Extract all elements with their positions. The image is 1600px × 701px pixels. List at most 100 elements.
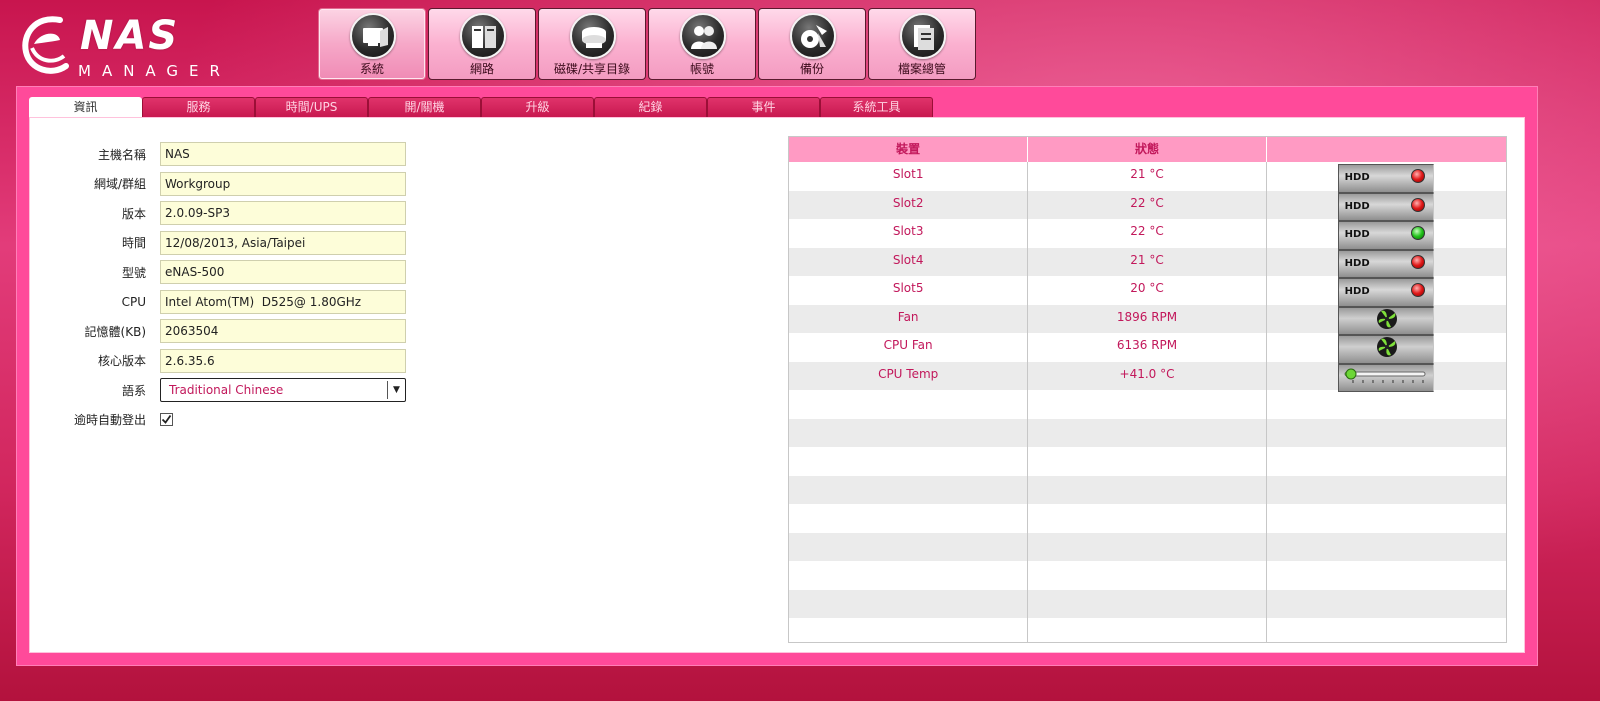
empty-cell — [1028, 418, 1267, 447]
language-selected-value: Traditional Chinese — [169, 383, 284, 397]
hdd-icon: HDD — [1337, 164, 1434, 193]
cpu-field[interactable]: Intel Atom(TM) D525@ 1.80GHz — [160, 289, 406, 314]
empty-cell — [789, 418, 1029, 447]
chevron-down-icon[interactable]: ▼ — [387, 381, 405, 399]
empty-cell — [1267, 590, 1506, 619]
table-row: Slot3 22 °C HDD — [789, 219, 1506, 250]
nav-button-file-manager[interactable]: 檔案總管 — [868, 8, 976, 80]
domain-label: 網域/群組 — [93, 177, 146, 191]
empty-cell — [789, 589, 1029, 618]
nav-button-disk-share[interactable]: 磁碟/共享目錄 — [538, 8, 646, 80]
table-row: Slot4 21 °C HDD — [789, 247, 1506, 278]
logo-wordmark: NAS — [80, 13, 180, 59]
header-status: 狀態 — [1028, 137, 1267, 162]
header-indicator — [1267, 137, 1506, 162]
empty-cell — [1028, 390, 1267, 419]
form-row-memory: 記憶體(KB) 2063504 — [30, 319, 406, 343]
table-row: CPU Fan 6136 RPM — [789, 333, 1506, 364]
table-body: Slot1 21 °C HDD Slot2 22 °C HDD Slot3 22 °C HDD S… — [789, 162, 1506, 642]
device-status: 6136 RPM — [1028, 333, 1267, 362]
tab-7[interactable]: 系統工具 — [820, 97, 933, 117]
memory-field[interactable]: 2063504 — [160, 319, 406, 343]
logo-swirl-icon — [22, 16, 69, 74]
hdd-icon: HDD — [1337, 278, 1434, 307]
table-row-empty — [789, 418, 1506, 448]
backup-icon — [790, 13, 836, 59]
nav-label: 系統 — [359, 62, 384, 76]
empty-cell — [789, 447, 1029, 476]
autologout-checkbox[interactable] — [160, 412, 173, 426]
empty-cell — [789, 390, 1029, 419]
tab-0[interactable]: 資訊 — [29, 97, 142, 118]
temperature-gauge-icon — [1344, 368, 1426, 383]
device-indicator — [1267, 305, 1506, 335]
kernel-label: 核心版本 — [97, 354, 146, 368]
red-led-icon — [1410, 169, 1425, 183]
hdd-icon: HDD — [1337, 221, 1434, 250]
device-status: +41.0 °C — [1028, 361, 1267, 390]
tab-3[interactable]: 開/關機 — [368, 97, 481, 117]
checkmark-icon — [161, 414, 172, 424]
nav-label: 磁碟/共享目錄 — [553, 62, 631, 76]
hdd-label: HDD — [1344, 257, 1370, 269]
domain-field[interactable]: Workgroup — [160, 171, 406, 196]
empty-cell — [1028, 618, 1267, 642]
empty-cell — [1267, 618, 1506, 642]
network-icon — [460, 13, 506, 59]
empty-cell — [1028, 475, 1267, 504]
model-label: 型號 — [121, 265, 146, 280]
fan-icon — [1376, 337, 1397, 357]
hostname-field[interactable]: NAS — [160, 142, 406, 166]
memory-label: 記憶體(KB) — [84, 324, 146, 339]
empty-cell — [1267, 419, 1506, 448]
hostname-label: 主機名稱 — [97, 147, 146, 162]
hdd-label: HDD — [1344, 286, 1370, 297]
version-field[interactable]: 2.0.09-SP3 — [160, 201, 406, 225]
form-row-autologout: 逾時自動登出 — [30, 407, 173, 431]
device-name: Slot4 — [789, 247, 1029, 276]
tab-2[interactable]: 時間/UPS — [255, 97, 368, 117]
empty-cell — [1028, 532, 1267, 561]
tab-1[interactable]: 服務 — [142, 97, 255, 117]
language-label: 語系 — [121, 383, 146, 398]
form-row-cpu: CPU Intel Atom(TM) D525@ 1.80GHz — [30, 289, 406, 314]
form-row-version: 版本 2.0.09-SP3 — [30, 201, 406, 225]
device-status: 20 °C — [1028, 276, 1267, 305]
nav-button-network[interactable]: 網路 — [428, 8, 536, 80]
nav-button-accounts[interactable]: 帳號 — [648, 8, 756, 80]
model-field[interactable]: eNAS-500 — [160, 260, 406, 284]
main-panel: 資訊 服務 時間/UPS 開/關機 升級 紀錄 事件 系統工具 主機名稱 NAS 網域/群組 … — [16, 86, 1538, 666]
device-status-table: 裝置 狀態 Slot1 21 °C HDD Slot2 22 °C HDD Slot3 22 … — [788, 136, 1507, 643]
fan-badge — [1337, 306, 1434, 335]
form-row-language: 語系 Traditional Chinese ▼ — [30, 378, 406, 402]
table-row-empty — [789, 618, 1506, 642]
tab-5[interactable]: 紀錄 — [594, 97, 707, 117]
red-led-icon — [1410, 197, 1425, 212]
empty-cell — [1267, 533, 1506, 562]
time-field[interactable]: 12/08/2013, Asia/Taipei — [160, 230, 406, 255]
tab-6[interactable]: 事件 — [707, 97, 820, 117]
nav-button-backup[interactable]: 備份 — [758, 8, 866, 80]
language-select[interactable]: Traditional Chinese ▼ — [160, 378, 406, 402]
device-name: Fan — [789, 304, 1029, 333]
table-row-empty — [789, 589, 1506, 619]
top-navigation: 系統 網路 磁碟/共享目錄 帳號 備份 檔案總管 — [318, 8, 976, 80]
device-status: 21 °C — [1028, 247, 1267, 276]
device-indicator: HDD — [1267, 219, 1506, 250]
autologout-label: 逾時自動登出 — [73, 412, 146, 427]
device-indicator — [1267, 362, 1506, 392]
kernel-field[interactable]: 2.6.35.6 — [160, 348, 406, 373]
table-row-empty — [789, 504, 1506, 533]
table-header: 裝置 狀態 — [789, 137, 1506, 162]
device-name: CPU Temp — [789, 361, 1029, 390]
tab-4[interactable]: 升級 — [481, 97, 594, 117]
empty-cell — [789, 532, 1029, 561]
file-manager-icon — [900, 13, 946, 59]
empty-cell — [789, 504, 1029, 533]
table-row-empty — [789, 390, 1506, 419]
nav-button-system[interactable]: 系統 — [318, 8, 426, 80]
device-name: CPU Fan — [789, 333, 1029, 362]
time-label: 時間 — [121, 236, 146, 250]
device-status: 22 °C — [1028, 219, 1267, 248]
hdd-label: HDD — [1344, 200, 1370, 212]
